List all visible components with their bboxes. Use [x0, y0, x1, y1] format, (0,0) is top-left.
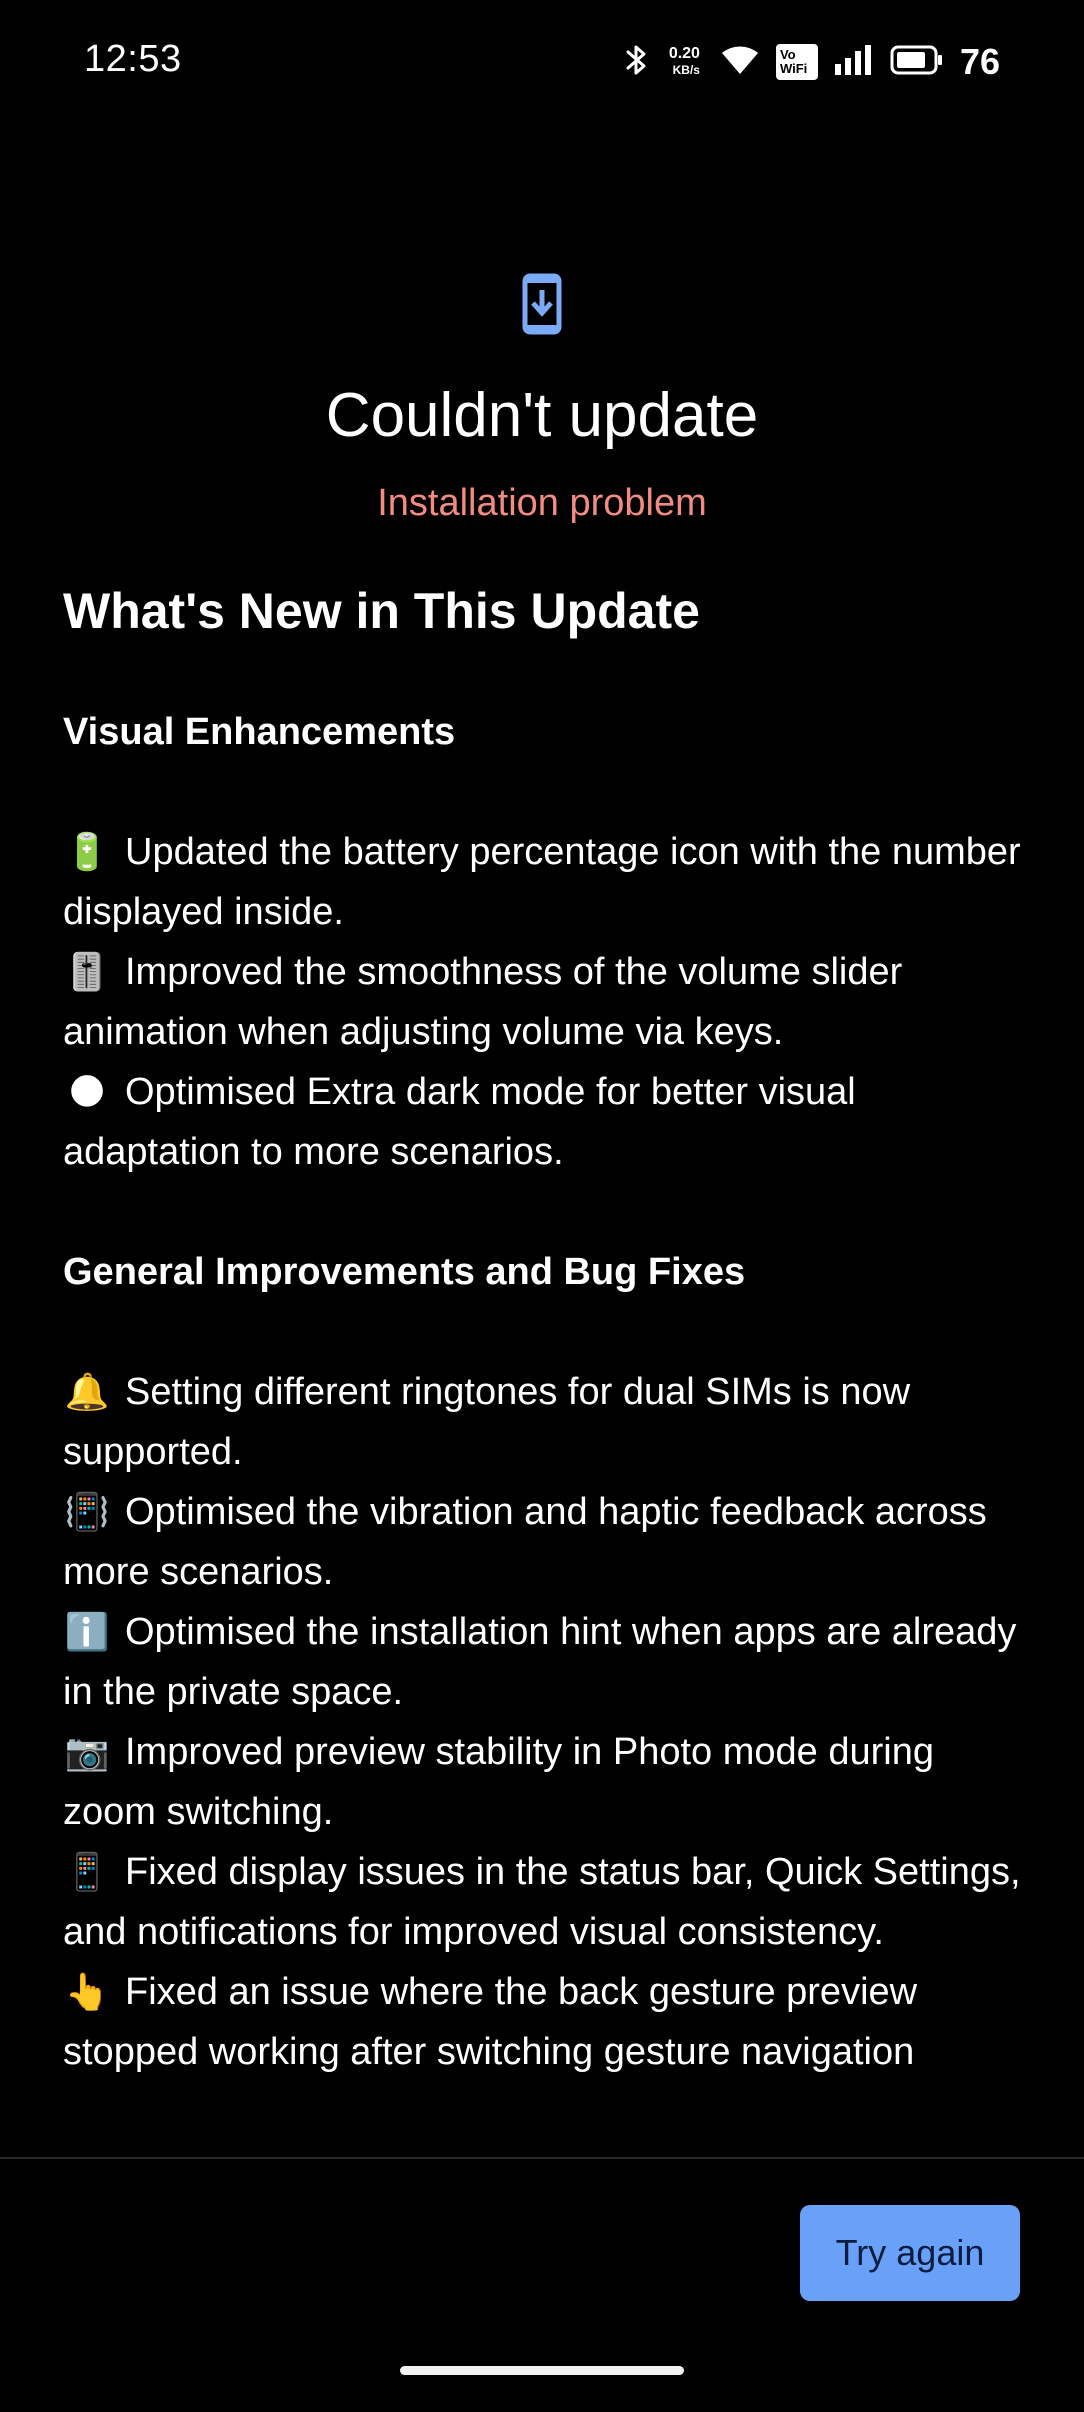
list-item-text: Fixed display issues in the status bar, … [63, 1851, 1021, 1953]
list-item-text: Updated the battery percentage icon with… [63, 831, 1021, 933]
list-item-text: Fixed an issue where the back gesture pr… [63, 1971, 918, 2073]
section-title-general: General Improvements and Bug Fixes [63, 1251, 746, 1293]
footer-divider [0, 2157, 1084, 2159]
list-item: 👆 Fixed an issue where the back gesture p… [63, 1962, 1033, 2082]
list-item-text: Optimised Extra dark mode for better vis… [63, 1071, 856, 1173]
battery-percent: 76 [959, 41, 1000, 82]
list-item-text: Improved preview stability in Photo mode… [63, 1731, 934, 1833]
vowifi-bottom: WiFi [779, 61, 808, 76]
status-icons: 0.20 KB/s Vo WiFi 76 [625, 38, 1000, 86]
release-notes[interactable]: What's New in This Update Visual Enhance… [63, 580, 1033, 2155]
slider-icon: 🎚️ [64, 951, 110, 992]
phone-download-icon [522, 273, 562, 335]
page-title: Couldn't update [325, 381, 759, 450]
list-item: 🔋 Updated the battery percentage icon wit… [63, 822, 1033, 942]
battery-icon: 🔋 [64, 831, 110, 872]
network-speed-value: 0.20 [668, 45, 700, 62]
phone-icon: 📱 [64, 1851, 110, 1892]
pointing-hand-icon: 👆 [64, 1971, 110, 2012]
list-item: ℹ️ Optimised the installation hint when a… [63, 1602, 1033, 1722]
wifi-icon [720, 44, 760, 81]
camera-icon: 📷 [64, 1731, 110, 1772]
moon-icon: 🌑 [68, 1071, 106, 1112]
list-item: 📷 Improved preview stability in Photo mod… [63, 1722, 1033, 1842]
list-item-text: Optimised the installation hint when app… [63, 1611, 1017, 1713]
list-item: 📳 Optimised the vibration and haptic feed… [63, 1482, 1033, 1602]
list-item-text: Improved the smoothness of the volume sl… [63, 951, 903, 1053]
try-again-button[interactable]: Try again [800, 2205, 1020, 2301]
release-notes-heading: What's New in This Update [63, 583, 700, 639]
list-item-text: Optimised the vibration and haptic feedb… [63, 1491, 987, 1593]
list-item-text: Setting different ringtones for dual SIM… [63, 1371, 911, 1473]
bluetooth-icon [625, 42, 649, 83]
battery-icon [890, 44, 944, 81]
signal-icon [834, 44, 874, 81]
section-title-visual: Visual Enhancements [63, 711, 456, 753]
list-item: 🌑 Optimised Extra dark mode for better vi… [63, 1062, 1033, 1182]
network-speed-unit: KB/s [672, 63, 700, 77]
status-bar: 12:53 0.20 KB/s Vo WiFi 76 [0, 0, 1084, 125]
network-speed: 0.20 KB/s [669, 45, 700, 79]
info-icon: ℹ️ [64, 1611, 110, 1652]
status-time: 12:53 [84, 38, 182, 80]
vowifi-icon: Vo WiFi [775, 44, 818, 80]
list-item: 🔔 Setting different ringtones for dual SI… [63, 1362, 1033, 1482]
vowifi-top: Vo [779, 47, 796, 62]
list-item: 🎚️ Improved the smoothness of the volume … [63, 942, 1033, 1062]
home-indicator[interactable] [400, 2366, 684, 2375]
error-subtitle: Installation problem [377, 482, 707, 524]
bell-icon: 🔔 [64, 1371, 110, 1412]
list-item: 📱 Fixed display issues in the status bar,… [63, 1842, 1033, 1962]
vibration-icon: 📳 [64, 1491, 110, 1532]
